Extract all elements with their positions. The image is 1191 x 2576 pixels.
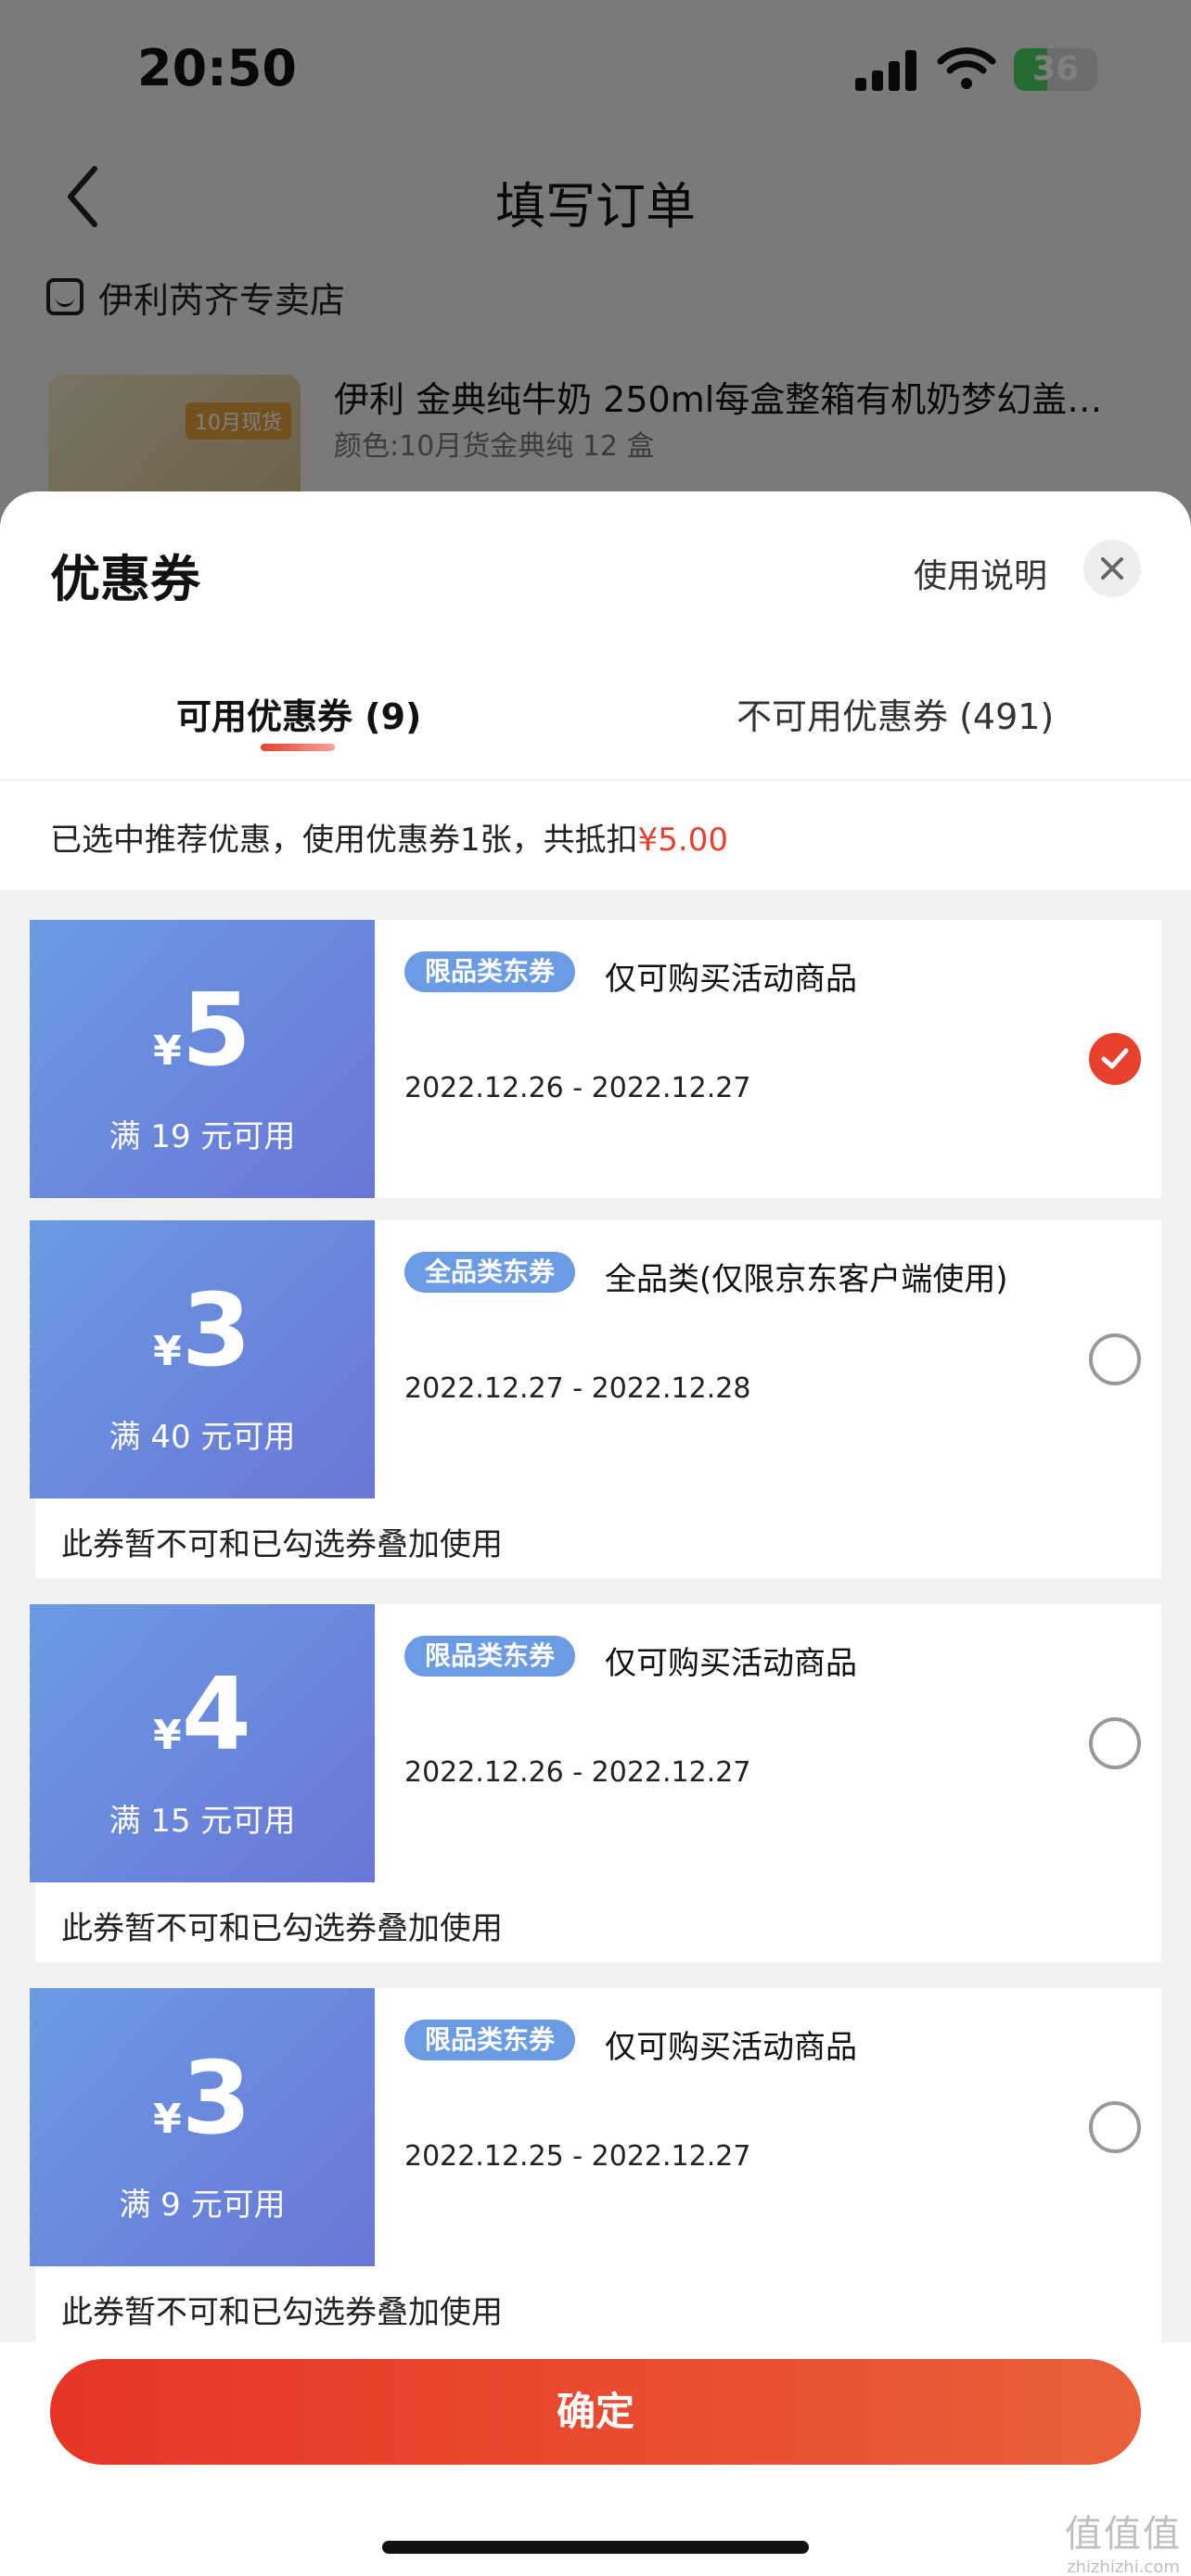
coupon-condition: 满 19 元可用 bbox=[109, 1118, 296, 1155]
coupon-validity: 2022.12.27 - 2022.12.28 bbox=[404, 1372, 751, 1405]
watermark-text: zhizhizhi.com bbox=[1067, 2557, 1180, 2576]
sheet-footer: 确定 bbox=[0, 2342, 1191, 2576]
coupon-card[interactable]: ¥3 满 9 元可用 限品类东券 仅可购买活动商品 2022.12.25 - 2… bbox=[24, 1988, 1161, 2266]
sheet-header: 优惠券 使用说明 可用优惠券 (9) 不可用优惠券 (491) 已选中推荐优惠，… bbox=[0, 491, 1191, 890]
currency-symbol: ¥ bbox=[153, 1027, 182, 1075]
usage-instructions-link[interactable]: 使用说明 bbox=[914, 549, 1047, 597]
coupon-condition: 满 40 元可用 bbox=[109, 1419, 296, 1456]
coupon-description: 全品类(仅限京东客户端使用) bbox=[605, 1261, 1008, 1298]
home-indicator[interactable] bbox=[382, 2541, 809, 2554]
confirm-button[interactable]: 确定 bbox=[50, 2359, 1141, 2465]
coupon-validity: 2022.12.25 - 2022.12.27 bbox=[404, 2140, 751, 2173]
divider bbox=[0, 779, 1191, 781]
coupon-notice-text: 此券暂不可和已勾选券叠加使用 bbox=[61, 1910, 503, 1947]
coupon-card[interactable]: ¥4 满 15 元可用 限品类东券 仅可购买活动商品 2022.12.26 - … bbox=[24, 1604, 1161, 1882]
tab-available[interactable]: 可用优惠券 (9) bbox=[176, 688, 421, 739]
coupon-validity: 2022.12.26 - 2022.12.27 bbox=[404, 1756, 751, 1789]
coupon-description: 仅可购买活动商品 bbox=[605, 1645, 857, 1682]
coupon-validity: 2022.12.26 - 2022.12.27 bbox=[404, 1072, 751, 1104]
coupon-amount: 3 bbox=[181, 1273, 251, 1389]
coupon-value-panel: ¥3 满 40 元可用 bbox=[24, 1220, 375, 1498]
coupon-notice-text: 此券暂不可和已勾选券叠加使用 bbox=[61, 2294, 503, 2331]
coupon-value-panel: ¥4 满 15 元可用 bbox=[24, 1604, 375, 1882]
coupon-type-badge: 限品类东券 bbox=[404, 1636, 576, 1677]
coupon-description: 仅可购买活动商品 bbox=[605, 961, 857, 998]
coupon-notice: 此券暂不可和已勾选券叠加使用 bbox=[35, 1882, 1161, 1962]
coupon-type-badge: 限品类东券 bbox=[404, 951, 576, 992]
coupon-value-panel: ¥5 满 19 元可用 bbox=[24, 920, 375, 1198]
coupon-select-radio[interactable] bbox=[1089, 2101, 1141, 2153]
coupon-notice-text: 此券暂不可和已勾选券叠加使用 bbox=[61, 1526, 503, 1563]
coupon-notice: 此券暂不可和已勾选券叠加使用 bbox=[35, 1498, 1161, 1578]
coupon-card[interactable]: ¥5 满 19 元可用 限品类东券 仅可购买活动商品 2022.12.26 - … bbox=[24, 920, 1161, 1198]
coupon-sheet: 优惠券 使用说明 可用优惠券 (9) 不可用优惠券 (491) 已选中推荐优惠，… bbox=[0, 491, 1191, 2576]
currency-symbol: ¥ bbox=[153, 1328, 182, 1375]
coupon-condition: 满 9 元可用 bbox=[119, 2187, 286, 2224]
tab-unavailable[interactable]: 不可用优惠券 (491) bbox=[736, 688, 1054, 739]
close-icon bbox=[1101, 557, 1123, 580]
coupon-select-radio[interactable] bbox=[1089, 1717, 1141, 1769]
active-tab-indicator bbox=[261, 744, 335, 751]
coupon-amount: 3 bbox=[181, 2041, 251, 2157]
currency-symbol: ¥ bbox=[153, 2096, 182, 2143]
watermark-logo: 值值值 bbox=[1065, 2513, 1182, 2556]
coupon-amount: 5 bbox=[181, 973, 251, 1089]
summary-text: 已选中推荐优惠，使用优惠券1张，共抵扣 bbox=[50, 822, 638, 859]
coupon-notice: 此券暂不可和已勾选券叠加使用 bbox=[35, 2266, 1161, 2346]
selection-summary: 已选中推荐优惠，使用优惠券1张，共抵扣¥5.00 bbox=[50, 814, 728, 860]
coupon-description: 仅可购买活动商品 bbox=[605, 2029, 857, 2066]
coupon-type-badge: 全品类东券 bbox=[404, 1252, 576, 1293]
check-icon bbox=[1101, 1048, 1129, 1069]
coupon-condition: 满 15 元可用 bbox=[109, 1803, 296, 1840]
coupon-select-radio[interactable] bbox=[1089, 1033, 1141, 1085]
coupon-value-panel: ¥3 满 9 元可用 bbox=[24, 1988, 375, 2266]
currency-symbol: ¥ bbox=[153, 1712, 182, 1759]
watermark: 值值值 zhizhizhi.com bbox=[1056, 2504, 1191, 2576]
coupon-amount: 4 bbox=[181, 1657, 251, 1773]
coupon-type-badge: 限品类东券 bbox=[404, 2020, 576, 2060]
coupon-select-radio[interactable] bbox=[1089, 1333, 1141, 1385]
sheet-title: 优惠券 bbox=[50, 550, 200, 608]
coupon-card[interactable]: ¥3 满 40 元可用 全品类东券 全品类(仅限京东客户端使用) 2022.12… bbox=[24, 1220, 1161, 1498]
summary-amount: ¥5.00 bbox=[637, 822, 728, 859]
close-button[interactable] bbox=[1083, 540, 1141, 597]
